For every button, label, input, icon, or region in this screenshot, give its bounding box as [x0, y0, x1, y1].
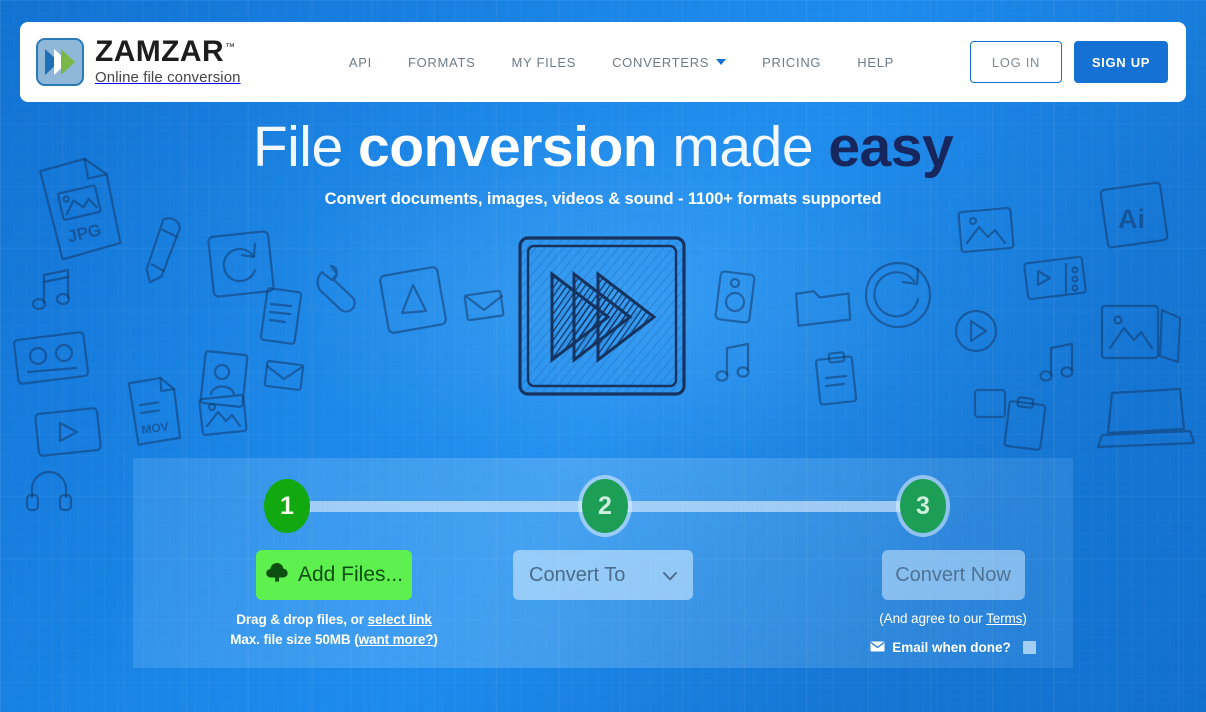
headline-word-easy: easy: [828, 115, 954, 179]
brand-text: ZAMZAR™ Online file conversion: [95, 37, 241, 87]
converter-step1-column: Add Files... Drag & drop files, or selec…: [189, 550, 479, 651]
step-number-3: 3: [916, 491, 930, 520]
nav-item-api[interactable]: API: [349, 55, 372, 70]
drag-drop-text: Drag & drop files, or: [236, 612, 368, 627]
terms-link[interactable]: Terms: [986, 611, 1022, 626]
trademark-symbol: ™: [225, 42, 236, 53]
convert-to-dropdown[interactable]: Convert To: [513, 550, 693, 600]
cloud-upload-icon: [265, 561, 289, 589]
converter-step3-column: Convert Now (And agree to our Terms) Ema…: [833, 550, 1073, 655]
add-files-label: Add Files...: [297, 563, 404, 586]
nav-item-converters[interactable]: CONVERTERS: [612, 54, 727, 70]
brand-tagline: Online file conversion: [95, 69, 241, 86]
step-indicator-2[interactable]: 2: [582, 479, 628, 533]
login-button[interactable]: LOG IN: [970, 41, 1062, 83]
headline-word-made: made: [657, 115, 829, 179]
add-files-hints: Drag & drop files, or select link Max. f…: [189, 610, 479, 651]
nav-item-formats[interactable]: FORMATS: [408, 55, 476, 70]
nav-label-help: HELP: [857, 54, 894, 70]
page-title: File conversion made easy: [0, 115, 1206, 179]
nav-label-api: API: [348, 54, 372, 70]
double-chevron-logo-icon: [36, 38, 84, 86]
nav-label-pricing: PRICING: [762, 54, 822, 70]
nav-label-converters: CONVERTERS: [612, 54, 710, 70]
brand-name-label: ZAMZAR: [95, 35, 225, 68]
hero-subtitle: Convert documents, images, videos & soun…: [324, 189, 882, 208]
chevron-down-icon: [663, 564, 677, 587]
chevron-down-icon: [716, 59, 727, 65]
signup-button[interactable]: SIGN UP: [1074, 41, 1168, 83]
select-link-link[interactable]: select link: [368, 612, 432, 627]
file-size-suffix: ): [433, 632, 438, 648]
fast-forward-sketch-icon: [512, 232, 692, 402]
conversion-panel: 1 2 3 Add Files... Drag & drop files, or…: [133, 458, 1073, 668]
envelope-icon: [870, 640, 885, 655]
brand-name-text: ZAMZAR™: [95, 37, 235, 67]
main-navigation: API FORMATS MY FILES CONVERTERS PRICING …: [349, 41, 1168, 83]
logo-chevrons: [45, 49, 75, 75]
email-when-done-checkbox[interactable]: [1022, 641, 1036, 654]
auth-buttons: LOG IN SIGN UP: [970, 41, 1168, 83]
nav-label-my-files: MY FILES: [511, 54, 577, 70]
step-number-2: 2: [598, 491, 612, 520]
step-progress-bar: 1 2 3: [133, 458, 1073, 554]
step-indicator-3[interactable]: 3: [900, 479, 946, 533]
convert-now-button[interactable]: Convert Now: [881, 550, 1025, 600]
file-size-hint: Max. file size 50MB (want more?): [189, 630, 479, 650]
drag-drop-hint: Drag & drop files, or select link: [189, 610, 479, 630]
converter-step2-column: Convert To: [493, 550, 713, 600]
nav-item-help[interactable]: HELP: [857, 55, 894, 70]
email-when-done-label: Email when done?: [892, 640, 1011, 655]
headline-word-file: File: [252, 115, 358, 179]
step-number-1: 1: [280, 491, 294, 520]
nav-item-my-files[interactable]: MY FILES: [511, 55, 576, 70]
brand-logo[interactable]: ZAMZAR™ Online file conversion: [36, 37, 241, 87]
nav-item-pricing[interactable]: PRICING: [762, 55, 821, 70]
site-header: ZAMZAR™ Online file conversion API FORMA…: [20, 22, 1186, 102]
add-files-button[interactable]: Add Files...: [256, 550, 412, 600]
step-indicator-1[interactable]: 1: [264, 479, 310, 533]
file-size-text: Max. file size 50MB (: [230, 632, 359, 648]
terms-suffix-text: ): [1022, 611, 1027, 626]
terms-prefix-text: (And agree to our: [879, 611, 987, 626]
nav-label-formats: FORMATS: [407, 54, 476, 70]
convert-to-label: Convert To: [529, 563, 626, 586]
want-more-link[interactable]: want more?: [359, 632, 434, 647]
headline-word-conversion: conversion: [358, 115, 658, 179]
terms-agreement: (And agree to our Terms): [833, 611, 1073, 626]
hero-section: File conversion made easy Convert docume…: [0, 115, 1206, 209]
email-when-done-option[interactable]: Email when done?: [833, 640, 1073, 655]
